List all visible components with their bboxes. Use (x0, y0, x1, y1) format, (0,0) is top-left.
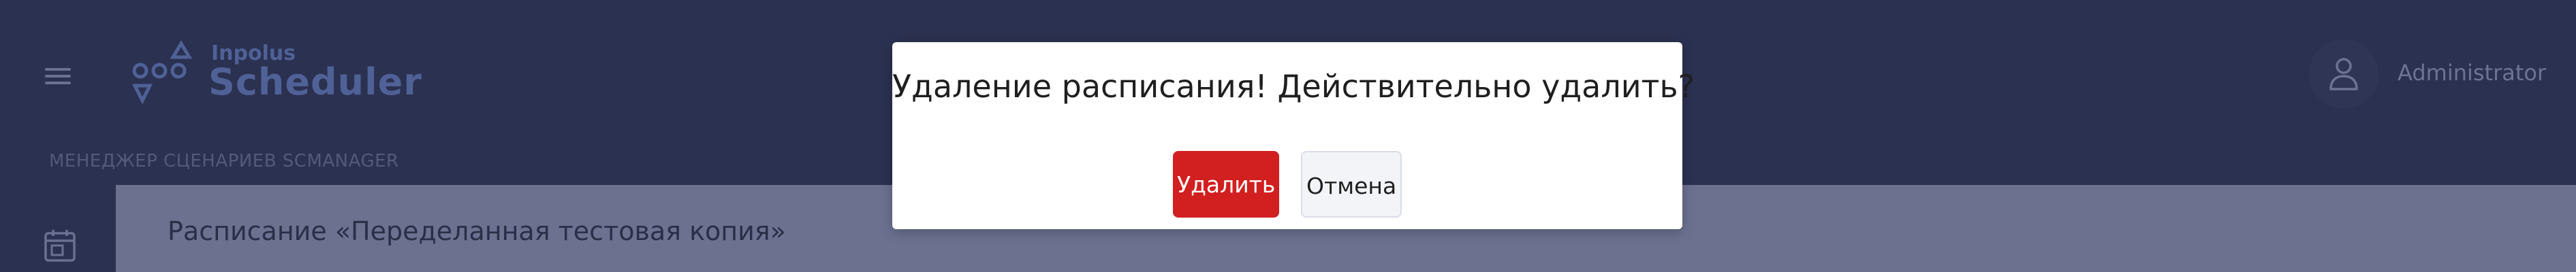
cancel-button[interactable]: Отмена (1301, 151, 1402, 218)
hamburger-icon[interactable] (45, 68, 71, 84)
delete-button[interactable]: Удалить (1173, 151, 1279, 218)
calendar-icon[interactable] (44, 228, 76, 262)
user-name[interactable]: Administrator (2398, 60, 2546, 86)
inpolus-logo-icon (131, 40, 193, 105)
confirm-delete-dialog: Удаление расписания! Действительно удали… (892, 42, 1695, 229)
user-icon (2329, 58, 2358, 90)
dialog-message: Удаление расписания! Действительно удали… (892, 68, 1695, 105)
app-window: Inpolus Scheduler Administrator МЕНЕДЖЕР… (0, 0, 2576, 272)
logo-title: Scheduler (208, 61, 422, 103)
user-avatar[interactable] (2310, 41, 2377, 107)
sidebar (0, 185, 116, 272)
page-title: Расписание «Переделанная тестовая копия» (168, 216, 786, 246)
section-label: МЕНЕДЖЕР СЦЕНАРИЕВ SCMANAGER (49, 151, 399, 171)
